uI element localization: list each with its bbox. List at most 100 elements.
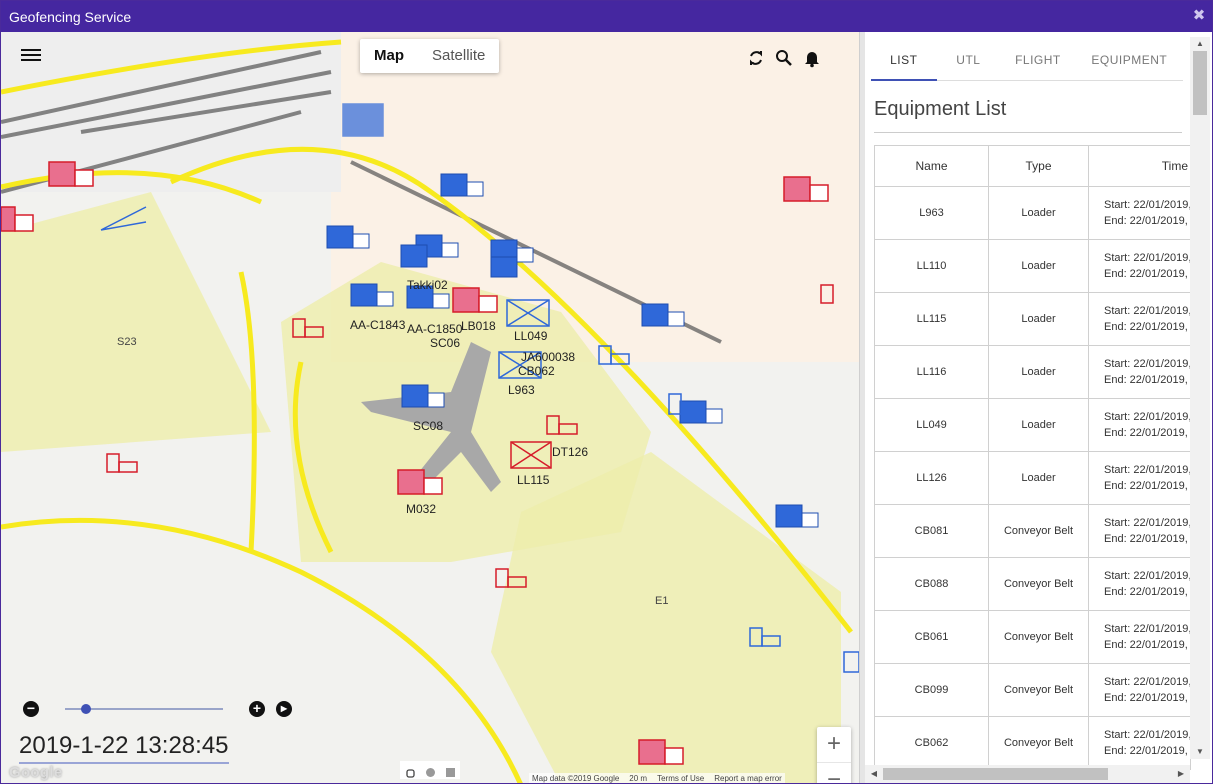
zoom-out-button[interactable]: − bbox=[817, 763, 851, 783]
scrollbar-thumb[interactable] bbox=[1193, 51, 1207, 115]
column-header-time[interactable]: Time bbox=[1088, 145, 1191, 187]
table-row[interactable]: LL115Loader Start: 22/01/2019, 13:22 End: … bbox=[874, 292, 1191, 346]
end-time: End: 22/01/2019, 13:35 bbox=[1104, 427, 1190, 439]
end-time: End: 22/01/2019, 13:35 bbox=[1104, 745, 1190, 757]
minus-circle-icon[interactable]: − bbox=[23, 701, 39, 717]
end-time: End: 22/01/2019, 13:35 bbox=[1104, 321, 1190, 333]
scroll-up-icon[interactable]: ▲ bbox=[1190, 37, 1210, 51]
end-time: End: 22/01/2019, 13:35 bbox=[1104, 533, 1190, 545]
start-time: Start: 22/01/2019, 13:22 bbox=[1104, 358, 1191, 370]
map-toolbar bbox=[746, 48, 822, 68]
horizontal-scrollbar[interactable]: ◀ ▶ bbox=[865, 765, 1190, 783]
vehicle-label[interactable]: AA-C1850 bbox=[407, 322, 462, 336]
map-attribution: Map data ©2019 Google 20 m Terms of Use … bbox=[529, 773, 785, 783]
start-time: Start: 22/01/2019, 13:22 bbox=[1104, 517, 1191, 529]
timestamp: 2019-1-22 13:28:45 bbox=[19, 732, 229, 764]
end-time: End: 22/01/2019, 13:35 bbox=[1104, 268, 1190, 280]
zoom-in-button[interactable]: + bbox=[817, 727, 851, 763]
cell-time: Start: 22/01/2019, 13:22 End: 22/01/2019,… bbox=[1088, 557, 1191, 611]
cell-name: LL126 bbox=[874, 451, 989, 505]
cell-time: Start: 22/01/2019, 13:22 End: 22/01/2019,… bbox=[1088, 345, 1191, 399]
scroll-down-icon[interactable]: ▼ bbox=[1190, 745, 1210, 759]
table-row[interactable]: CB088Conveyor BeltStart: 22/01/2019, 13:… bbox=[874, 557, 1191, 611]
map-type-satellite-button[interactable]: Satellite bbox=[418, 39, 499, 73]
end-time: End: 22/01/2019, 13:35 bbox=[1104, 215, 1190, 227]
bell-icon[interactable] bbox=[802, 48, 822, 68]
tab-flight[interactable]: FLIGHT bbox=[1000, 46, 1076, 81]
timeline-slider-knob[interactable] bbox=[80, 704, 91, 714]
refresh-icon[interactable] bbox=[746, 48, 766, 68]
vehicle-label[interactable]: LB018 bbox=[461, 319, 496, 333]
table-row[interactable]: CB061Conveyor BeltStart: 22/01/2019, 13:… bbox=[874, 610, 1191, 664]
vehicle-label[interactable]: M032 bbox=[406, 502, 436, 516]
cell-type: Loader bbox=[988, 398, 1089, 452]
cell-name: CB099 bbox=[874, 663, 989, 717]
end-time: End: 22/01/2019, 13:35 bbox=[1104, 586, 1190, 598]
zone-label: S23 bbox=[117, 336, 137, 348]
tab-equipment[interactable]: EQUIPMENT bbox=[1076, 46, 1183, 81]
cell-time: Start: 22/01/2019, 13:22 End: 22/01/2019,… bbox=[1088, 716, 1191, 770]
table-row[interactable]: CB081Conveyor BeltStart: 22/01/2019, 13:… bbox=[874, 504, 1191, 558]
google-logo: Google bbox=[9, 764, 63, 781]
cell-name: CB062 bbox=[874, 716, 989, 770]
vertical-scrollbar[interactable]: ▲ ▼ bbox=[1190, 37, 1210, 759]
vehicle-label[interactable]: Takki02 bbox=[407, 278, 448, 292]
vehicle-label[interactable]: L963 bbox=[508, 383, 535, 397]
vehicle-label[interactable]: SC06 bbox=[430, 336, 460, 350]
cell-name: LL049 bbox=[874, 398, 989, 452]
tab-utl[interactable]: UTL bbox=[937, 46, 1001, 81]
map-type-map-button[interactable]: Map bbox=[360, 39, 418, 73]
timeline-control: − + ▶ 2019-1-22 13:28:45 bbox=[19, 698, 299, 768]
cell-name: CB088 bbox=[874, 557, 989, 611]
cell-time: Start: 22/01/2019, 13:22 End: 22/01/2019,… bbox=[1088, 186, 1191, 240]
vehicle-label[interactable]: SC08 bbox=[413, 419, 443, 433]
play-icon[interactable]: ▶ bbox=[276, 701, 292, 717]
table-row[interactable]: LL116Loader Start: 22/01/2019, 13:22 End: … bbox=[874, 345, 1191, 399]
table-row[interactable]: LL126Loader Start: 22/01/2019, 13:22 End: … bbox=[874, 451, 1191, 505]
map-view[interactable]: S23 E1 Takki02 AA-C1843 AA-C1850 LB018 S… bbox=[1, 32, 859, 784]
table-row[interactable]: L963Loader Start: 22/01/2019, 13:22 End: 2… bbox=[874, 186, 1191, 240]
cell-time: Start: 22/01/2019, 13:22 End: 22/01/2019,… bbox=[1088, 451, 1191, 505]
table-row[interactable]: LL049Loader Start: 22/01/2019, 13:22 End: … bbox=[874, 398, 1191, 452]
column-header-name[interactable]: Name bbox=[874, 145, 989, 187]
window-title: Geofencing Service bbox=[9, 9, 132, 25]
app-window: Geofencing Service ✖ S23 E1 Takki02 AA-C… bbox=[0, 0, 1213, 784]
close-icon[interactable]: ✖ bbox=[1190, 6, 1208, 26]
cell-type: Conveyor Belt bbox=[988, 504, 1089, 558]
start-time: Start: 22/01/2019, 13:22 bbox=[1104, 623, 1191, 635]
vehicle-label[interactable]: LL049 bbox=[514, 329, 547, 343]
scroll-left-icon[interactable]: ◀ bbox=[867, 765, 881, 783]
tab-list[interactable]: LIST bbox=[871, 46, 937, 81]
vehicle-label[interactable]: CB062 bbox=[518, 364, 555, 378]
start-time: Start: 22/01/2019, 13:22 bbox=[1104, 676, 1191, 688]
table-row[interactable]: CB062Conveyor BeltStart: 22/01/2019, 13:… bbox=[874, 716, 1191, 770]
scroll-right-icon[interactable]: ▶ bbox=[1174, 765, 1188, 783]
cell-type: Loader bbox=[988, 292, 1089, 346]
vehicle-label[interactable]: DT126 bbox=[552, 445, 588, 459]
map-canvas[interactable] bbox=[1, 32, 859, 784]
vehicle-label[interactable]: JA600038 bbox=[521, 350, 575, 364]
hand-icon[interactable] bbox=[405, 765, 416, 778]
circle-tool-icon[interactable] bbox=[425, 765, 436, 777]
timeline-slider[interactable] bbox=[65, 704, 223, 714]
scrollbar-thumb[interactable] bbox=[883, 768, 1108, 780]
report-error-link[interactable]: Report a map error bbox=[714, 774, 782, 783]
menu-icon[interactable] bbox=[21, 49, 41, 65]
equipment-table: Name Type Time L963 Loader Start: 22/01/20… bbox=[874, 145, 1191, 770]
zoom-control: + − bbox=[817, 727, 851, 783]
terms-link[interactable]: Terms of Use bbox=[657, 774, 704, 783]
start-time: Start: 22/01/2019, 13:22 bbox=[1104, 252, 1191, 264]
table-row[interactable]: CB099Conveyor BeltStart: 22/01/2019, 13:… bbox=[874, 663, 1191, 717]
rectangle-tool-icon[interactable] bbox=[445, 765, 456, 777]
cell-name: LL116 bbox=[874, 345, 989, 399]
vehicle-label[interactable]: LL115 bbox=[517, 473, 549, 487]
cell-type: Conveyor Belt bbox=[988, 557, 1089, 611]
side-panel: LIST UTL FLIGHT EQUIPMENT Equipment List… bbox=[865, 32, 1212, 783]
search-icon[interactable] bbox=[774, 48, 794, 68]
map-type-toggle: Map Satellite bbox=[360, 39, 500, 73]
vehicle-label[interactable]: AA-C1843 bbox=[350, 318, 405, 332]
zone-label: E1 bbox=[655, 595, 669, 607]
plus-circle-icon[interactable]: + bbox=[249, 701, 265, 717]
column-header-type[interactable]: Type bbox=[988, 145, 1089, 187]
table-row[interactable]: LL110Loader Start: 22/01/2019, 13:22 End: … bbox=[874, 239, 1191, 293]
